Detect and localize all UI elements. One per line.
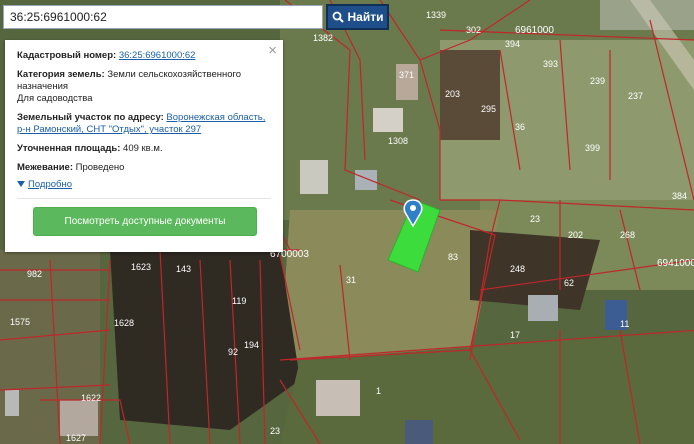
parcel-label: 1627 xyxy=(66,433,86,443)
close-icon[interactable]: × xyxy=(268,43,277,58)
parcel-label: 6961000 xyxy=(515,25,554,36)
parcel-label: 1 xyxy=(376,386,381,396)
category-extra: Для садоводства xyxy=(17,93,93,104)
parcel-label: 92 xyxy=(228,347,238,357)
view-documents-button[interactable]: Посмотреть доступные документы xyxy=(33,207,257,236)
parcel-label: 248 xyxy=(510,264,525,274)
address-label: Земельный участок по адресу: xyxy=(17,112,164,123)
parcel-label: 23 xyxy=(530,214,540,224)
parcel-label: 17 xyxy=(510,330,520,340)
chevron-down-icon xyxy=(17,181,25,188)
parcel-label: 982 xyxy=(27,269,42,279)
area-label: Уточненная площадь: xyxy=(17,143,121,154)
parcel-label: 1628 xyxy=(114,318,134,328)
parcel-label: 237 xyxy=(628,91,643,101)
parcel-label: 302 xyxy=(466,25,481,35)
search-button-label: Найти xyxy=(347,10,384,24)
parcel-label: 36 xyxy=(515,122,525,132)
parcel-info-panel: × Кадастровый номер: 36:25:6961000:62 Ка… xyxy=(5,40,283,252)
more-toggle[interactable]: Подробно xyxy=(17,179,271,191)
area-value: 409 кв.м. xyxy=(123,143,163,154)
parcel-label: 295 xyxy=(481,104,496,114)
parcel-label: 393 xyxy=(543,59,558,69)
more-link[interactable]: Подробно xyxy=(28,179,72,190)
parcel-label: 203 xyxy=(445,89,460,99)
parcel-label: 268 xyxy=(620,230,635,240)
parcel-label: 6941000 xyxy=(657,258,694,269)
search-button[interactable]: Найти xyxy=(326,4,389,30)
area-row: Уточненная площадь: 409 кв.м. xyxy=(17,143,271,155)
parcel-label: 1382 xyxy=(313,33,333,43)
parcel-label: 371 xyxy=(399,70,414,80)
search-icon xyxy=(332,11,344,23)
address-row: Земельный участок по адресу: Воронежская… xyxy=(17,112,271,136)
category-row: Категория земель: Земли сельскохозяйстве… xyxy=(17,69,271,105)
parcel-label: 23 xyxy=(270,426,280,436)
parcel-label: 1622 xyxy=(81,393,101,403)
parcel-label: 384 xyxy=(672,191,687,201)
survey-value: Проведено xyxy=(75,162,125,173)
cadastral-row: Кадастровый номер: 36:25:6961000:62 xyxy=(17,50,271,62)
category-label: Категория земель: xyxy=(17,69,105,80)
parcel-label: 1339 xyxy=(426,10,446,20)
divider xyxy=(17,198,271,199)
parcel-label: 1623 xyxy=(131,262,151,272)
parcel-label: 394 xyxy=(505,39,520,49)
cadastral-link[interactable]: 36:25:6961000:62 xyxy=(119,50,196,61)
parcel-label: 399 xyxy=(585,143,600,153)
survey-row: Межевание: Проведено xyxy=(17,162,271,174)
parcel-label: 62 xyxy=(564,278,574,288)
parcel-label: 119 xyxy=(232,296,246,306)
parcel-label: 194 xyxy=(244,340,259,350)
parcel-label: 1308 xyxy=(388,136,408,146)
parcel-label: 11 xyxy=(620,319,629,329)
parcel-label: 239 xyxy=(590,76,605,86)
parcel-label: 143 xyxy=(176,264,191,274)
parcel-label: 1575 xyxy=(10,317,30,327)
parcel-label: 31 xyxy=(346,275,356,285)
parcel-label: 83 xyxy=(448,252,458,262)
cadastral-label: Кадастровый номер: xyxy=(17,50,117,61)
search-input[interactable]: 36:25:6961000:62 xyxy=(3,5,323,29)
survey-label: Межевание: xyxy=(17,162,73,173)
parcel-label: 202 xyxy=(568,230,583,240)
